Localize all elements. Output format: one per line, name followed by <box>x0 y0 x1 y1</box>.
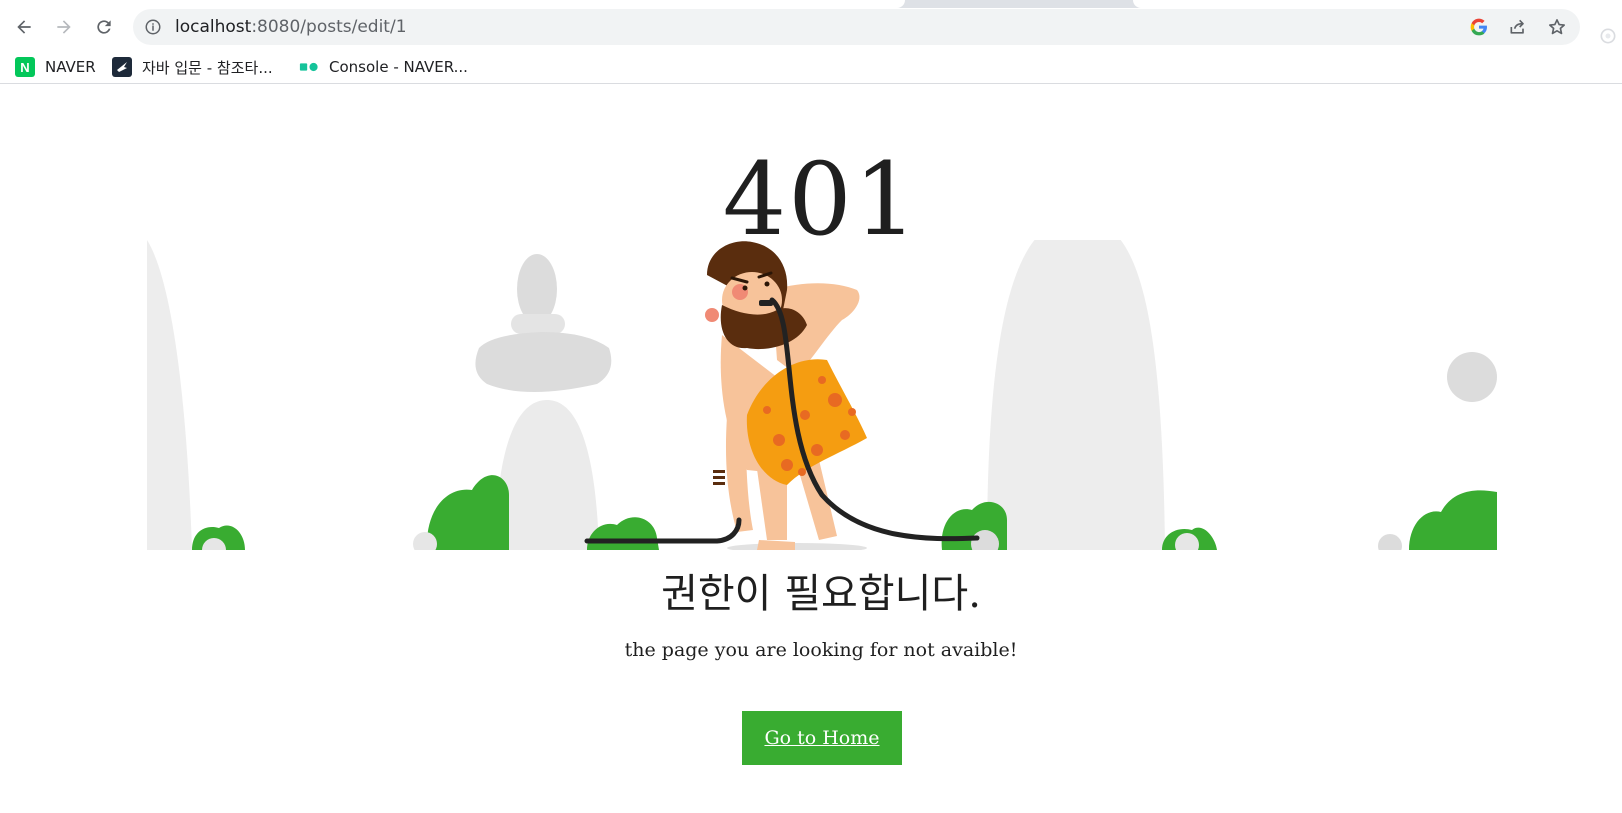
page-content: 401 권한이 필요합니다. the page you are looking … <box>0 85 1622 813</box>
back-button[interactable] <box>9 12 39 42</box>
browser-toolbar: localhost:8080/posts/edit/1 <box>0 8 1622 46</box>
error-message: the page you are looking for not avaible… <box>624 639 1018 661</box>
stacked-stone-large <box>475 332 612 392</box>
bookmark-label: NAVER <box>45 58 96 76</box>
next-tab[interactable] <box>1133 0 1622 8</box>
stacked-stone-top <box>517 254 557 324</box>
bookmark-star-icon[interactable] <box>1547 17 1567 37</box>
java-bird-icon <box>112 57 132 77</box>
tall-rock <box>987 240 1165 550</box>
right-stone <box>1447 352 1497 402</box>
google-icon[interactable] <box>1469 17 1489 37</box>
stacked-stone-middle <box>511 314 565 334</box>
active-tab[interactable] <box>0 0 905 8</box>
left-rock <box>147 240 192 550</box>
url-host: localhost <box>175 17 252 37</box>
forward-button[interactable] <box>49 12 79 42</box>
ncloud-icon <box>299 57 319 77</box>
go-home-button[interactable]: Go to Home <box>742 711 902 765</box>
url-path: :8080/posts/edit/1 <box>251 17 407 37</box>
bush <box>587 517 659 550</box>
pebble <box>1378 534 1402 550</box>
rock-pillar <box>495 400 599 550</box>
address-bar[interactable]: localhost:8080/posts/edit/1 <box>133 9 1580 45</box>
bookmark-java-intro[interactable]: 자바 입문 - 참조타... <box>112 57 273 77</box>
bookmark-naver[interactable]: N NAVER <box>15 57 96 77</box>
reload-icon <box>97 20 111 34</box>
url-text[interactable]: localhost:8080/posts/edit/1 <box>175 17 407 37</box>
extension-icon[interactable] <box>1598 26 1618 46</box>
bookmarks-bar: N NAVER 자바 입문 - 참조타... Console - NAVER..… <box>0 50 1622 84</box>
arrow-right-icon <box>57 20 71 34</box>
bookmark-console[interactable]: Console - NAVER... <box>299 57 468 77</box>
caveman-illustration <box>147 240 1497 550</box>
bookmark-label: 자바 입문 - 참조타... <box>142 58 273 77</box>
tab-strip <box>0 0 1622 8</box>
bush <box>426 475 509 550</box>
bush <box>1409 490 1497 550</box>
arrow-left-icon <box>17 20 31 34</box>
error-code: 401 <box>722 141 920 258</box>
ear <box>705 308 719 322</box>
site-info-icon[interactable] <box>143 17 163 37</box>
naver-icon: N <box>15 57 35 77</box>
share-icon[interactable] <box>1508 17 1528 37</box>
bookmark-label: Console - NAVER... <box>329 58 468 76</box>
reload-button[interactable] <box>89 12 119 42</box>
headline: 권한이 필요합니다. <box>661 571 981 617</box>
